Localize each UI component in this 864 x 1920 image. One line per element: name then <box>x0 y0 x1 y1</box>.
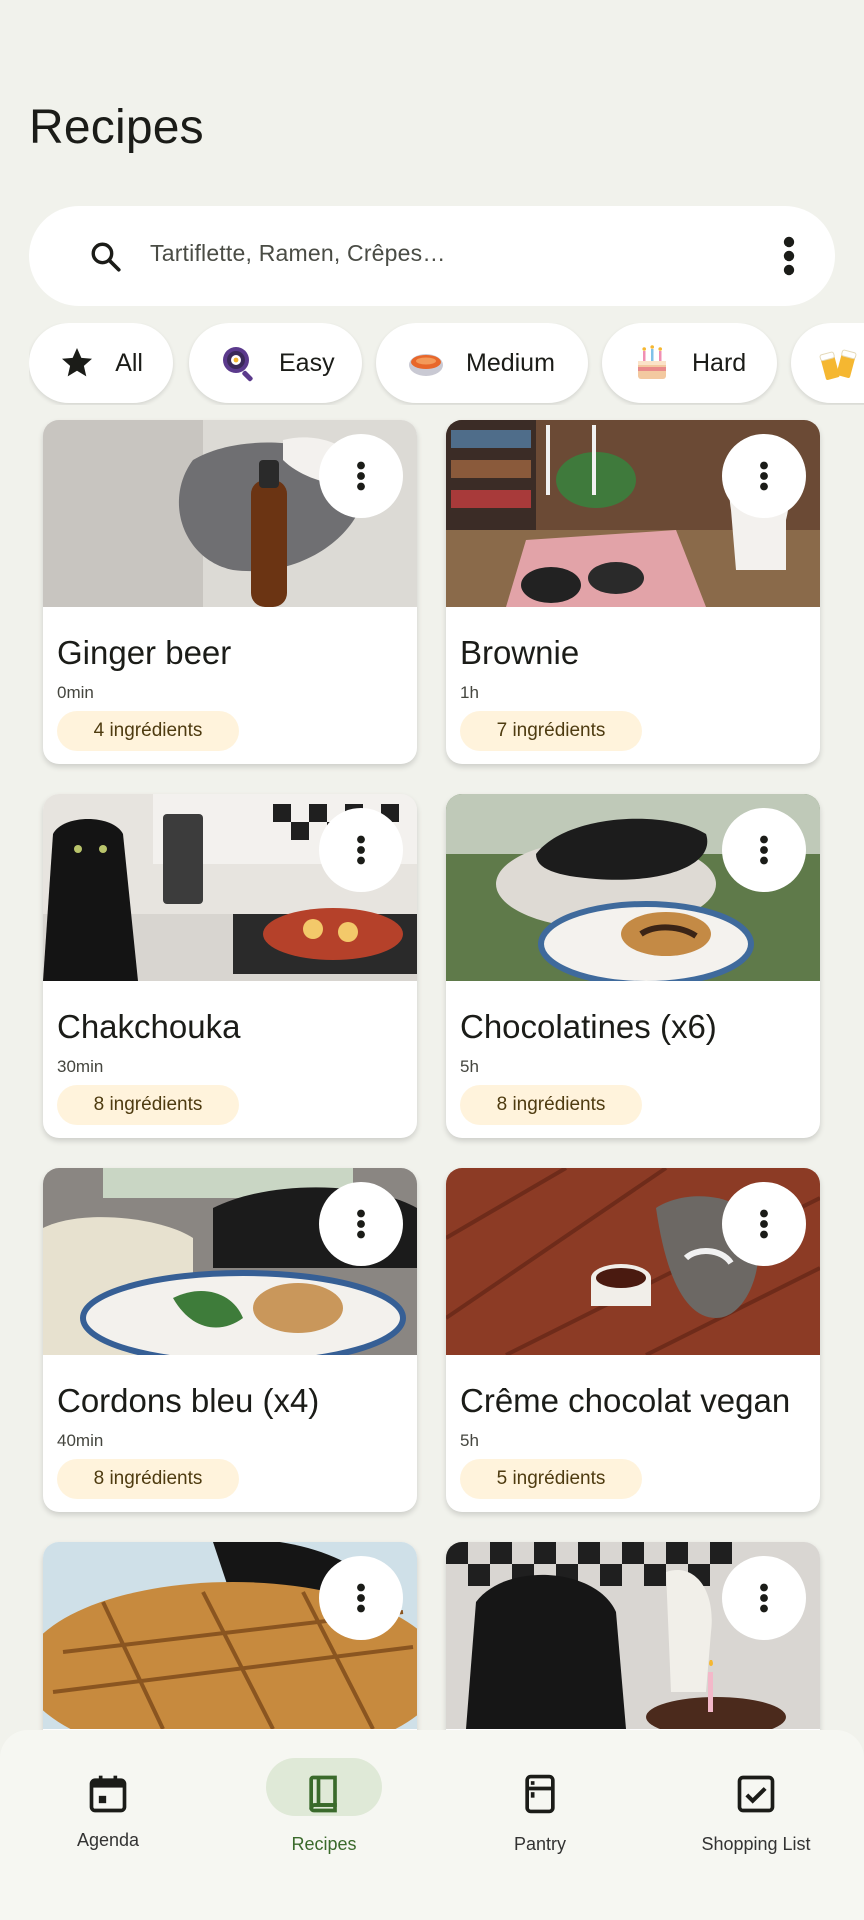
filter-chip-label: Easy <box>279 348 335 377</box>
recipe-menu-button[interactable] <box>319 434 403 518</box>
more-vert-icon[interactable] <box>781 236 797 276</box>
ingredients-badge: 8 ingrédients <box>460 1085 642 1125</box>
nav-item-shopping-list[interactable]: Shopping List <box>648 1730 864 1920</box>
nav-item-recipes[interactable]: Recipes <box>216 1730 432 1920</box>
star-icon <box>59 343 95 383</box>
nav-label: Pantry <box>513 1834 567 1854</box>
ingredients-badge: 8 ingrédients <box>57 1085 239 1125</box>
recipe-time: 0min <box>57 683 94 702</box>
filter-chip-hard[interactable]: Hard <box>602 323 777 403</box>
recipe-name: Chakchouka <box>57 1008 241 1045</box>
filter-chip-drinks[interactable] <box>791 323 864 403</box>
recipe-name: Cordons bleu (x4) <box>57 1382 320 1419</box>
recipe-time: 1h <box>460 683 479 702</box>
more-vert-icon <box>357 835 365 865</box>
ingredients-badge: 5 ingrédients <box>460 1459 642 1499</box>
more-vert-icon <box>760 1583 768 1613</box>
recipe-card[interactable]: Brownie 1h 7 ingrédients <box>446 420 820 764</box>
page-title: Recipes <box>29 101 204 154</box>
recipe-time: 5h <box>460 1057 479 1076</box>
more-vert-icon <box>357 1583 365 1613</box>
recipe-card[interactable]: Chakchouka 30min 8 ingrédients <box>43 794 417 1138</box>
search-bar[interactable]: Tartiflette, Ramen, Crêpes… <box>29 206 835 306</box>
frying-pan-icon <box>219 343 259 383</box>
more-vert-icon <box>760 1209 768 1239</box>
recipe-name: Chocolatines (x6) <box>460 1008 717 1045</box>
nav-label: Recipes <box>291 1834 357 1854</box>
filter-chip-medium[interactable]: Medium <box>376 323 588 403</box>
recipe-menu-button[interactable] <box>319 808 403 892</box>
more-vert-icon <box>760 835 768 865</box>
more-vert-icon <box>357 1209 365 1239</box>
recipe-name: Ginger beer <box>57 634 232 671</box>
ingredients-badge: 8 ingrédients <box>57 1459 239 1499</box>
recipe-menu-button[interactable] <box>722 1556 806 1640</box>
fridge-icon <box>525 1774 555 1814</box>
recipe-time: 40min <box>57 1431 104 1450</box>
recipe-time: 5h <box>460 1431 479 1450</box>
recipe-menu-button[interactable] <box>722 434 806 518</box>
recipe-card[interactable]: Ginger beer 0min 4 ingrédients <box>43 420 417 764</box>
search-icon <box>91 242 121 272</box>
recipe-card[interactable]: Cordons bleu (x4) 40min 8 ingrédients <box>43 1168 417 1512</box>
calendar-icon <box>89 1775 127 1813</box>
difficulty-filter-row: All Easy Medium Hard <box>29 323 864 405</box>
filter-chip-easy[interactable]: Easy <box>189 323 362 403</box>
ingredients-badge: 7 ingrédients <box>460 711 642 751</box>
ingredients-badge: 4 ingrédients <box>57 711 239 751</box>
recipe-time: 30min <box>57 1057 104 1076</box>
drinks-icon <box>819 343 859 383</box>
recipe-menu-button[interactable] <box>722 808 806 892</box>
bottom-navigation: Agenda Recipes Pantry Shopping List <box>0 1730 864 1920</box>
more-vert-icon <box>357 461 365 491</box>
recipe-card[interactable]: Crême chocolat vegan 5h 5 ingrédients <box>446 1168 820 1512</box>
filter-chip-label: Medium <box>466 348 555 377</box>
filter-chip-label: Hard <box>692 348 747 377</box>
book-icon <box>309 1775 337 1813</box>
casserole-icon <box>406 343 446 383</box>
checkbox-icon <box>737 1775 775 1813</box>
recipe-menu-button[interactable] <box>319 1556 403 1640</box>
recipe-name: Brownie <box>460 634 580 671</box>
filter-chip-label: All <box>115 348 143 377</box>
recipe-card[interactable]: Chocolatines (x6) 5h 8 ingrédients <box>446 794 820 1138</box>
nav-label: Agenda <box>76 1830 140 1850</box>
more-vert-icon <box>760 461 768 491</box>
recipe-menu-button[interactable] <box>722 1182 806 1266</box>
cake-icon <box>632 343 672 383</box>
filter-chip-all[interactable]: All <box>29 323 173 403</box>
nav-item-pantry[interactable]: Pantry <box>432 1730 648 1920</box>
recipe-menu-button[interactable] <box>319 1182 403 1266</box>
nav-label: Shopping List <box>701 1834 811 1854</box>
recipe-name: Crême chocolat vegan <box>460 1382 791 1419</box>
nav-item-agenda[interactable]: Agenda <box>0 1730 216 1920</box>
search-input[interactable]: Tartiflette, Ramen, Crêpes… <box>150 240 446 267</box>
